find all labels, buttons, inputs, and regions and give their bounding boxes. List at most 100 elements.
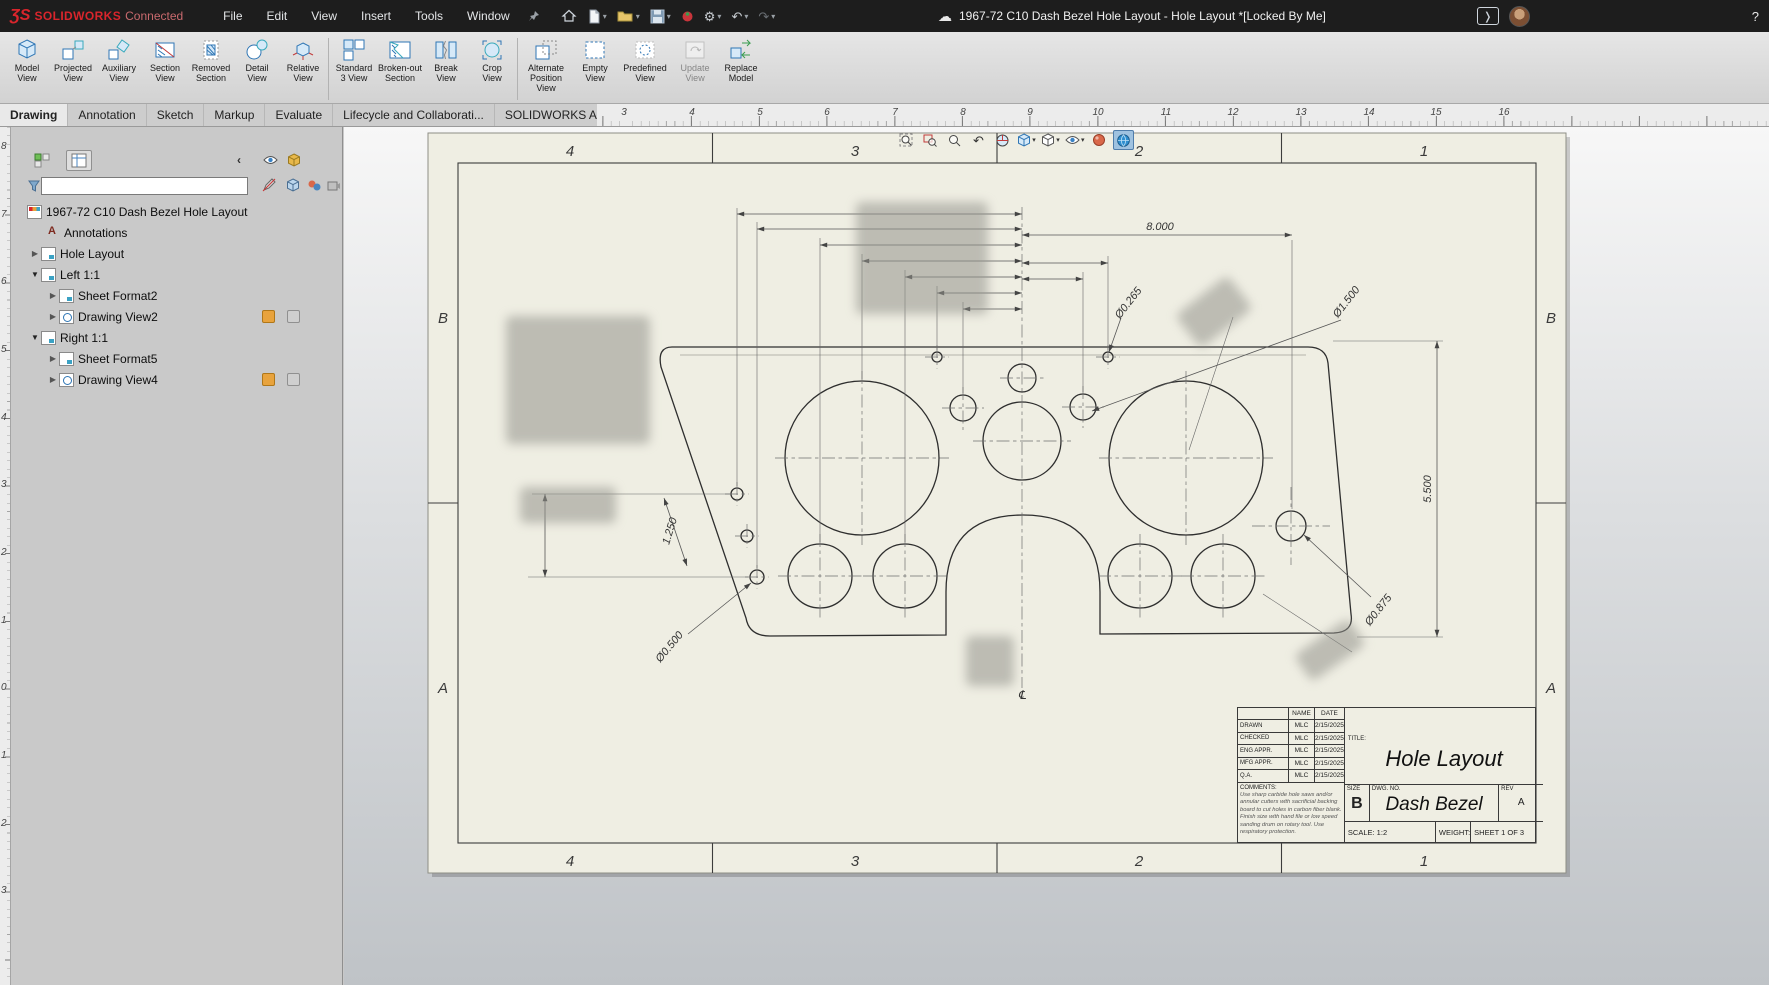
camera-icon[interactable]	[325, 176, 343, 194]
detail-view-button[interactable]: DetailView	[234, 35, 280, 85]
menu-tools[interactable]: Tools	[403, 2, 455, 30]
user-avatar[interactable]	[1509, 6, 1530, 27]
logo-text: SOLIDWORKS	[34, 9, 121, 23]
menu-view[interactable]: View	[299, 2, 349, 30]
quick-access-toolbar: ⚙ ↶ ↷	[558, 6, 779, 26]
tree-item-sheet-format5[interactable]: Sheet Format5	[11, 348, 343, 369]
featuremanager-tree-tab[interactable]	[29, 150, 55, 171]
svg-text:B: B	[438, 310, 448, 327]
material-spheres-icon[interactable]	[305, 176, 323, 194]
options-gear-button[interactable]: ⚙	[701, 8, 725, 25]
home-button[interactable]	[558, 6, 580, 26]
tree-item-drawing-view2[interactable]: Drawing View2	[11, 306, 343, 327]
section-view-toggle-button[interactable]	[992, 130, 1013, 150]
tab-annotation[interactable]: Annotation	[68, 104, 146, 126]
removed-section-button[interactable]: RemovedSection	[188, 35, 234, 85]
redo-button[interactable]: ↷	[755, 8, 778, 25]
save-button[interactable]	[647, 7, 674, 26]
edit-appearance-button[interactable]	[1089, 130, 1110, 150]
crop-view-button[interactable]: CropView	[469, 35, 515, 85]
pin-menu-icon[interactable]	[524, 7, 544, 25]
ruler-number: 3	[1, 885, 7, 896]
tab-sketch[interactable]: Sketch	[147, 104, 205, 126]
tree-item-root[interactable]: 1967-72 C10 Dash Bezel Hole Layout	[11, 201, 343, 222]
display-manager-tab[interactable]	[66, 150, 92, 171]
collapse-arrow-icon[interactable]	[29, 270, 41, 279]
tree-item-right-sheet[interactable]: Right 1:1	[11, 327, 343, 348]
annotations-icon	[45, 226, 60, 240]
replace-model-button[interactable]: ReplaceModel	[718, 35, 764, 85]
drawing-view-icon	[59, 373, 74, 387]
zoom-button[interactable]	[944, 130, 965, 150]
view-cube-icon[interactable]	[284, 176, 302, 194]
undo-button[interactable]: ↶	[728, 8, 751, 25]
menu-insert[interactable]: Insert	[349, 2, 403, 30]
col-date-header: DATE	[1314, 708, 1344, 719]
alternate-position-view-button[interactable]: AlternatePositionView	[520, 35, 572, 95]
menu-edit[interactable]: Edit	[255, 2, 300, 30]
tree-item-drawing-view4[interactable]: Drawing View4	[11, 369, 343, 390]
view-orientation-button[interactable]	[1016, 130, 1037, 150]
sketch-visibility-icon[interactable]	[260, 176, 278, 194]
tree-item-annotations[interactable]: Annotations	[11, 222, 343, 243]
hide-show-items-button[interactable]	[1064, 130, 1086, 150]
apply-scene-button[interactable]	[1113, 130, 1134, 150]
zoom-to-fit-button[interactable]	[896, 130, 917, 150]
svg-text:2: 2	[1134, 853, 1144, 870]
ruler-number: 1	[1, 615, 7, 626]
tab-drawing[interactable]: Drawing	[0, 104, 68, 126]
tree-item-label: Drawing View2	[78, 310, 158, 324]
sheet-icon	[41, 247, 56, 261]
collapse-arrow-icon[interactable]	[29, 333, 41, 342]
display-pane-eye-icon[interactable]	[261, 151, 279, 169]
new-document-button[interactable]	[584, 7, 610, 26]
tab-evaluate[interactable]: Evaluate	[265, 104, 333, 126]
display-style-button[interactable]	[1040, 130, 1061, 150]
dwg-no: Dash Bezel	[1370, 794, 1498, 816]
expand-arrow-icon[interactable]	[47, 291, 59, 300]
ruler-number: 13	[1295, 107, 1306, 118]
graphics-area[interactable]: 4 3 2 1 4 3 2 1 B A B A	[344, 127, 1769, 985]
svg-text:4: 4	[566, 143, 574, 160]
broken-out-section-button[interactable]: Broken-outSection	[377, 35, 423, 85]
tab-lifecycle-collaboration[interactable]: Lifecycle and Collaborati...	[333, 104, 495, 126]
tree-item-label: Sheet Format5	[78, 352, 157, 366]
expand-arrow-icon[interactable]	[47, 354, 59, 363]
help-button[interactable]: ?	[1752, 9, 1759, 24]
break-view-button[interactable]: BreakView	[423, 35, 469, 85]
auxiliary-view-button[interactable]: AuxiliaryView	[96, 35, 142, 85]
empty-view-button[interactable]: EmptyView	[572, 35, 618, 85]
tree-item-sheet-format2[interactable]: Sheet Format2	[11, 285, 343, 306]
tree-item-label: Drawing View4	[78, 373, 158, 387]
horizontal-ruler: 3 4 5 6 7 8 9 10 11 12 13 14 15 16	[597, 104, 1769, 127]
drawing-canvas[interactable]: 4 3 2 1 4 3 2 1 B A B A	[344, 127, 1769, 985]
standard-3-view-button[interactable]: Standard3 View	[331, 35, 377, 85]
appearance-cube-icon[interactable]	[285, 151, 303, 169]
ruler-number: 11	[1161, 107, 1171, 118]
projected-view-button[interactable]: ProjectedView	[50, 35, 96, 85]
tree-item-left-sheet[interactable]: Left 1:1	[11, 264, 343, 285]
relative-view-button[interactable]: RelativeView	[280, 35, 326, 85]
section-view-button[interactable]: SectionView	[142, 35, 188, 85]
expand-arrow-icon[interactable]	[29, 249, 41, 258]
open-document-button[interactable]	[614, 7, 643, 25]
3dexperience-status-icon[interactable]	[678, 8, 697, 25]
feature-tree-filter-input[interactable]	[41, 177, 248, 195]
previous-view-button[interactable]: ↶	[968, 130, 989, 150]
ruler-number: 1	[1, 750, 7, 761]
expand-arrow-icon[interactable]	[47, 312, 59, 321]
svg-text:3: 3	[851, 143, 860, 160]
view-status-badge-icon	[262, 373, 275, 386]
tab-markup[interactable]: Markup	[204, 104, 265, 126]
model-view-button[interactable]: ModelView	[4, 35, 50, 85]
zoom-to-area-button[interactable]	[920, 130, 941, 150]
expand-arrow-icon[interactable]	[47, 375, 59, 384]
menu-file[interactable]: File	[211, 2, 254, 30]
predefined-view-button[interactable]: PredefinedView	[618, 35, 672, 85]
panel-expand-icon[interactable]: ❭	[1477, 7, 1499, 25]
collapse-panel-chevron[interactable]: ‹	[237, 153, 241, 167]
tree-item-hole-layout[interactable]: Hole Layout	[11, 243, 343, 264]
sheet-format-icon	[59, 289, 74, 303]
menu-window[interactable]: Window	[455, 2, 522, 30]
sheet-number-text: SHEET 1 OF 3	[1471, 828, 1543, 837]
